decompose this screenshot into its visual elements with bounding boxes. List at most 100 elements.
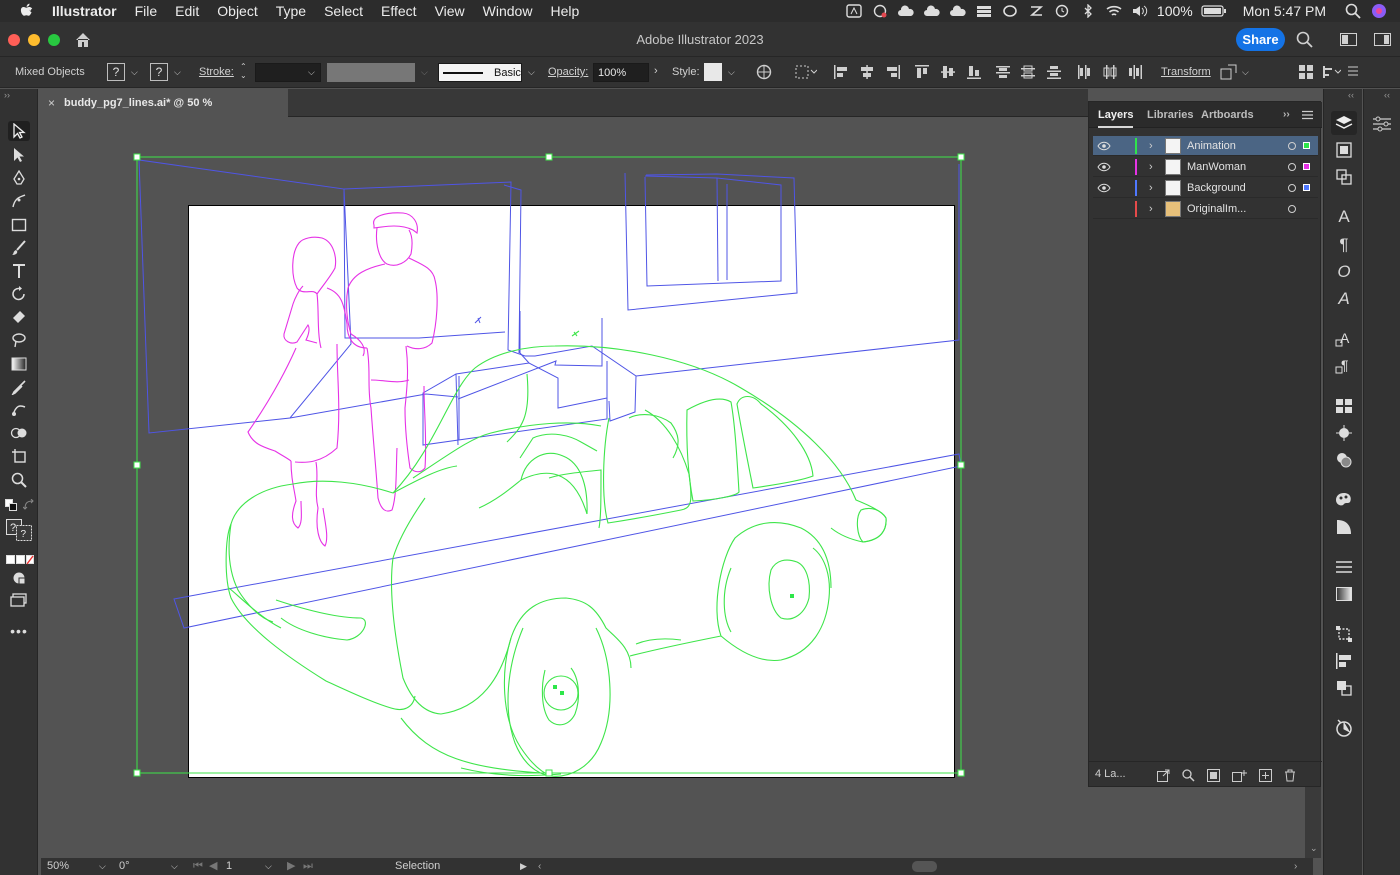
sync-icon[interactable] <box>1001 4 1019 18</box>
expand-layer-chevron-icon[interactable]: › <box>1149 178 1153 198</box>
gradient-tool-icon[interactable] <box>8 354 30 374</box>
color-guide-icon[interactable] <box>1334 718 1354 738</box>
pathfinder-panel-icon[interactable] <box>1334 678 1354 698</box>
delete-layer-icon[interactable] <box>1284 767 1296 791</box>
libraries-panel-icon[interactable] <box>1334 140 1354 160</box>
collapse-properties-dock-icon[interactable]: ‹‹ <box>1384 90 1390 100</box>
stack-icon[interactable] <box>975 4 993 18</box>
artboard-number-field[interactable]: 1 <box>226 858 232 875</box>
bolt-icon[interactable] <box>1027 4 1045 18</box>
document-tab[interactable]: × buddy_pg7_lines.ai* @ 50 % (RGB/Previe… <box>41 89 288 137</box>
creative-cloud-icon[interactable] <box>871 4 889 18</box>
panel-menu-icon[interactable] <box>1302 110 1313 123</box>
collect-for-export-icon[interactable] <box>1157 767 1170 791</box>
paragraph-panel-icon[interactable]: ¶ <box>1334 235 1354 255</box>
menu-effect[interactable]: Effect <box>372 0 426 22</box>
lasso-tool-icon[interactable] <box>8 330 30 350</box>
distribute-horizontal-center-icon[interactable] <box>1103 65 1117 82</box>
scroll-down-chevron-icon[interactable]: ⌄ <box>1310 843 1318 854</box>
control-bar-menu-icon[interactable] <box>1347 65 1359 80</box>
artwork-layer-paths[interactable] <box>41 118 1088 858</box>
last-artboard-icon[interactable]: ⏭ <box>303 858 313 875</box>
layer-row-animation[interactable]: › Animation <box>1093 136 1318 156</box>
align-left-icon[interactable] <box>834 65 848 82</box>
collapse-panel-icon[interactable]: ›› <box>1283 109 1290 120</box>
variable-width-chevron-icon[interactable]: ⌵ <box>421 67 428 78</box>
eraser-tool-icon[interactable] <box>8 307 30 327</box>
artboard-dropdown-chevron-icon[interactable]: ⌵ <box>265 858 272 875</box>
menu-view[interactable]: View <box>426 0 474 22</box>
menu-object[interactable]: Object <box>208 0 266 22</box>
spotlight-search-icon[interactable] <box>1344 3 1362 19</box>
layer-target-circle-icon[interactable] <box>1288 142 1296 150</box>
distribute-bottom-icon[interactable] <box>1047 65 1061 82</box>
layer-selection-indicator[interactable] <box>1303 163 1310 170</box>
type-tool-icon[interactable] <box>8 261 30 281</box>
swatches-panel-icon[interactable] <box>1334 396 1354 416</box>
menu-app-name[interactable]: Illustrator <box>38 0 126 22</box>
menu-select[interactable]: Select <box>315 0 372 22</box>
expand-layer-chevron-icon[interactable]: › <box>1149 199 1153 219</box>
rectangle-tool-icon[interactable] <box>8 215 30 235</box>
cloud-icon[interactable] <box>897 4 915 18</box>
horizontal-scroll-thumb[interactable] <box>912 861 937 872</box>
menu-window[interactable]: Window <box>474 0 542 22</box>
manwoman-layer-artwork[interactable] <box>247 212 438 547</box>
first-artboard-icon[interactable]: ⏮ <box>193 858 203 875</box>
menu-type[interactable]: Type <box>267 0 315 22</box>
layer-selection-indicator[interactable] <box>1303 142 1310 149</box>
layer-row-manwoman[interactable]: › ManWoman <box>1093 157 1318 177</box>
scroll-left-chevron-icon[interactable]: ‹ <box>538 858 541 875</box>
artboards-panel-icon[interactable] <box>1334 167 1354 187</box>
status-menu-arrow-icon[interactable]: ▶ <box>520 858 527 875</box>
locate-object-icon[interactable] <box>1182 767 1195 791</box>
layers-panel-icon[interactable] <box>1331 111 1357 135</box>
character-styles-icon[interactable]: A <box>1334 329 1354 349</box>
transform-panel-icon[interactable] <box>1334 624 1354 644</box>
swap-fill-stroke-icon[interactable] <box>22 498 35 516</box>
apple-menu-icon[interactable] <box>16 0 38 22</box>
appearance-panel-icon[interactable] <box>1334 517 1354 537</box>
make-clipping-mask-icon[interactable] <box>1207 767 1220 791</box>
clock[interactable]: Mon 5:47 PM <box>1243 3 1326 19</box>
collapse-toolbar-icon[interactable]: ›› <box>4 90 10 100</box>
close-tab-icon[interactable]: × <box>48 89 55 117</box>
scroll-right-chevron-icon[interactable]: › <box>1294 858 1297 875</box>
layer-row-original-image[interactable]: › OriginalIm... <box>1093 199 1318 219</box>
layer-name[interactable]: OriginalIm... <box>1187 199 1246 219</box>
glyphs-panel-icon[interactable]: A <box>1334 289 1354 309</box>
arrange-icon[interactable] <box>1323 65 1342 82</box>
rotate-tool-icon[interactable] <box>8 284 30 304</box>
fill-color-swatch[interactable]: ? <box>107 63 125 81</box>
distribute-left-icon[interactable] <box>1077 65 1091 82</box>
layer-target-circle-icon[interactable] <box>1288 205 1296 213</box>
align-panel-icon[interactable] <box>1334 651 1354 671</box>
stroke-weight-chevron-icon[interactable]: ⌵ <box>308 67 315 78</box>
paragraph-styles-icon[interactable]: ¶ <box>1334 356 1354 376</box>
transform-chevron-icon[interactable]: ⌵ <box>1242 67 1249 78</box>
graphic-styles-icon[interactable] <box>1334 490 1354 510</box>
artboard-tool-icon[interactable] <box>8 446 30 466</box>
next-artboard-icon[interactable]: ▶ <box>287 858 295 875</box>
layer-target-circle-icon[interactable] <box>1288 163 1296 171</box>
brush-definition-chevron-icon[interactable]: ⌵ <box>528 67 535 78</box>
curvature-tool-icon[interactable] <box>8 191 30 211</box>
share-button[interactable]: Share <box>1236 28 1285 51</box>
distribute-right-icon[interactable] <box>1128 65 1142 82</box>
align-right-icon[interactable] <box>886 65 900 82</box>
graphic-style-swatch[interactable] <box>704 63 722 81</box>
animation-layer-artwork[interactable] <box>225 330 887 777</box>
brush-definition-field[interactable]: Basic <box>438 63 522 82</box>
stroke-color-swatch[interactable]: ? <box>150 63 168 81</box>
time-machine-icon[interactable] <box>1053 4 1071 18</box>
cloud-icon-2[interactable] <box>923 4 941 18</box>
selection-tool-icon[interactable] <box>8 121 30 141</box>
expand-layer-chevron-icon[interactable]: › <box>1149 136 1153 156</box>
isolate-group-icon[interactable] <box>1299 65 1313 82</box>
fill-dropdown-chevron-icon[interactable]: ⌵ <box>131 67 138 78</box>
layer-target-circle-icon[interactable] <box>1288 184 1296 192</box>
direct-selection-tool-icon[interactable] <box>8 145 30 165</box>
tab-artboards[interactable]: Artboards <box>1201 102 1254 128</box>
selection-bounding-box[interactable] <box>133 153 965 777</box>
stroke-panel-icon[interactable] <box>1334 557 1354 577</box>
